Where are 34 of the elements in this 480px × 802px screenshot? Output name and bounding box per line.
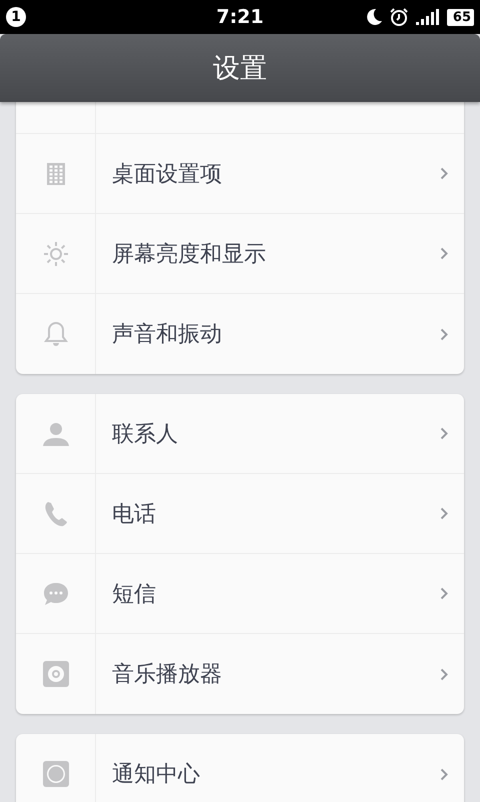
item-label: 桌面设置项 [111, 160, 223, 188]
moon-icon [364, 8, 383, 26]
speaker-icon [42, 660, 70, 688]
chevron-icon [440, 668, 448, 680]
item-label: 联系人 [111, 420, 179, 448]
settings-item[interactable]: 桌面设置项 [16, 134, 464, 214]
chevron-icon [440, 167, 448, 180]
chevron-icon [440, 247, 448, 260]
bell-icon [42, 320, 70, 348]
chevron-icon [440, 768, 448, 780]
chevron-icon [440, 427, 448, 440]
signal-icon [414, 8, 441, 26]
settings-item[interactable]: 屏幕亮度和显示 [16, 214, 464, 294]
settings-item[interactable]: 短信 [16, 554, 464, 634]
item-label: 短信 [111, 580, 157, 608]
chevron-icon [440, 587, 448, 600]
settings-item[interactable]: 电话 [16, 474, 464, 554]
sun-icon [42, 240, 70, 268]
alarm-clock-icon [388, 7, 409, 27]
screen-title: 设置 [213, 52, 267, 86]
settings-item[interactable]: 声音和振动 [16, 294, 464, 374]
battery-level: 65 [446, 8, 474, 26]
notification-count: 1 [6, 7, 26, 27]
item-label: 声音和振动 [111, 321, 223, 349]
item-label: 电话 [111, 500, 157, 528]
item-label: 屏幕亮度和显示 [111, 240, 267, 268]
clock-time: 7:21 [216, 6, 264, 28]
chevron-icon [440, 507, 448, 520]
item-label: 音乐播放器 [111, 661, 223, 689]
settings-item[interactable]: 音乐播放器 [16, 634, 464, 714]
settings-item[interactable]: 通知中心 [16, 734, 464, 802]
item-label: 通知中心 [111, 761, 201, 789]
settings-item[interactable]: 联系人 [16, 394, 464, 474]
chevron-icon [440, 328, 448, 340]
